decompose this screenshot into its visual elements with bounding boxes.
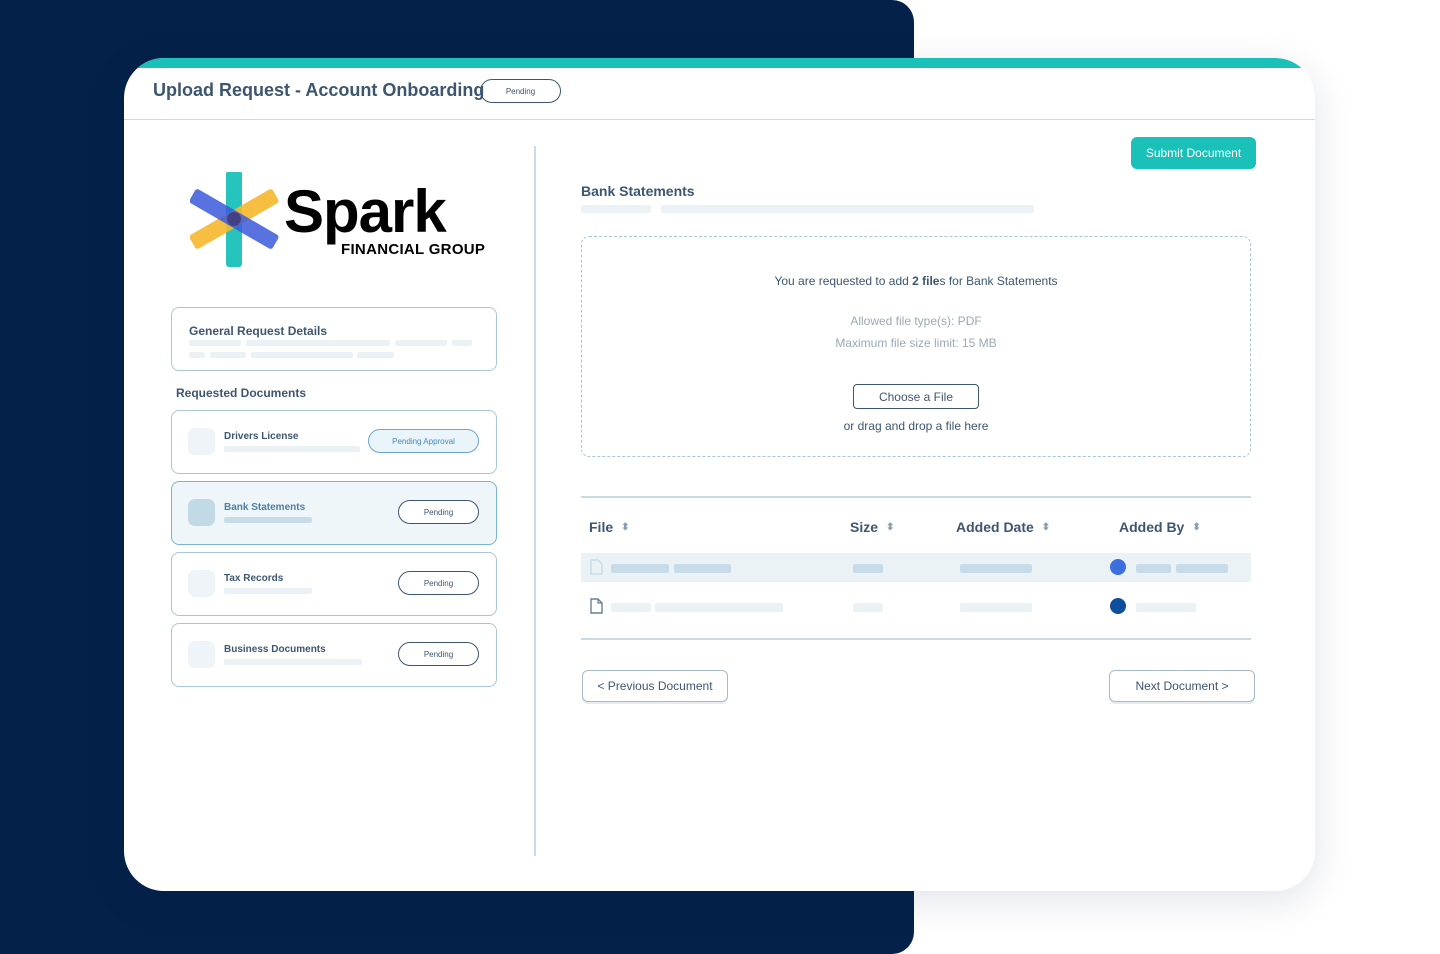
section-title: Bank Statements (581, 183, 695, 199)
placeholder-line (960, 603, 1032, 612)
column-header-file[interactable]: File ⬍ (589, 519, 630, 535)
max-file-size: Maximum file size limit: 15 MB (835, 336, 997, 350)
placeholder-line (661, 205, 1034, 213)
general-request-details-card[interactable]: General Request Details (171, 307, 497, 371)
placeholder-line (224, 517, 312, 523)
table-bottom-border (581, 638, 1251, 640)
placeholder-line (611, 564, 669, 573)
placeholder-line (1136, 564, 1171, 573)
sort-icon: ⬍ (1192, 521, 1201, 533)
document-item-bank-statements[interactable]: Bank Statements Pending (171, 481, 497, 545)
placeholder-line (357, 352, 394, 358)
logo-subtitle: FINANCIAL GROUP (341, 241, 486, 258)
placeholder-line (853, 564, 883, 573)
status-badge: Pending (480, 79, 561, 103)
status-badge: Pending (398, 642, 479, 666)
page-title: Upload Request - Account Onboarding (153, 80, 485, 100)
document-thumbnail (188, 428, 215, 455)
general-request-title: General Request Details (189, 324, 328, 338)
placeholder-line (224, 659, 362, 665)
file-icon (590, 559, 603, 575)
document-name: Tax Records (224, 573, 284, 584)
status-badge: Pending (398, 500, 479, 524)
document-item-business-documents[interactable]: Business Documents Pending (171, 623, 497, 687)
previous-document-button[interactable]: < Previous Document (582, 670, 728, 702)
placeholder-line (611, 603, 651, 612)
sort-icon: ⬍ (1041, 521, 1051, 533)
column-header-size[interactable]: Size ⬍ (850, 519, 894, 535)
sort-icon: ⬍ (621, 521, 630, 533)
file-icon (590, 598, 603, 614)
submit-document-button[interactable]: Submit Document (1131, 137, 1256, 169)
card-accent-bar (124, 58, 1315, 68)
document-name: Bank Statements (224, 502, 306, 513)
column-header-added-by[interactable]: Added By ⬍ (1119, 519, 1201, 535)
status-badge: Pending Approval (368, 429, 479, 453)
placeholder-line (581, 205, 651, 213)
card-header: Upload Request - Account Onboarding Pend… (124, 68, 1315, 120)
placeholder-line (224, 446, 360, 452)
logo-wordmark: Spark (284, 178, 447, 245)
status-badge: Pending (398, 571, 479, 595)
document-thumbnail (188, 641, 215, 668)
allowed-file-types: Allowed file type(s): PDF (850, 314, 982, 328)
placeholder-line (210, 352, 246, 358)
sort-icon: ⬍ (886, 521, 895, 533)
document-name: Business Documents (224, 644, 326, 655)
placeholder-line (224, 588, 312, 594)
document-item-tax-records[interactable]: Tax Records Pending (171, 552, 497, 616)
table-top-border (581, 496, 1251, 498)
request-text: You are requested to add 2 files for Ban… (774, 274, 1058, 288)
file-dropzone[interactable]: You are requested to add 2 files for Ban… (581, 236, 1251, 457)
document-name: Drivers License (224, 431, 299, 442)
placeholder-line (246, 340, 390, 346)
document-thumbnail (188, 499, 215, 526)
placeholder-line (1176, 564, 1228, 573)
requested-documents-label: Requested Documents (176, 386, 307, 400)
column-divider (534, 146, 536, 856)
placeholder-line (674, 564, 731, 573)
placeholder-line (251, 352, 353, 358)
user-avatar-dot (1110, 559, 1126, 575)
column-header-added-date[interactable]: Added Date ⬍ (956, 519, 1050, 535)
document-thumbnail (188, 570, 215, 597)
drag-drop-hint: or drag and drop a file here (843, 419, 989, 433)
next-document-button[interactable]: Next Document > (1109, 670, 1255, 702)
placeholder-line (189, 352, 205, 358)
placeholder-line (1136, 603, 1196, 612)
choose-file-button[interactable]: Choose a File (853, 384, 979, 409)
placeholder-line (655, 603, 783, 612)
placeholder-line (960, 564, 1032, 573)
upload-request-card: Upload Request - Account Onboarding Pend… (124, 58, 1315, 891)
placeholder-line (189, 340, 241, 346)
placeholder-line (853, 603, 883, 612)
document-item-drivers-license[interactable]: Drivers License Pending Approval (171, 410, 497, 474)
placeholder-line (395, 340, 447, 346)
placeholder-line (452, 340, 472, 346)
user-avatar-dot (1110, 598, 1126, 614)
